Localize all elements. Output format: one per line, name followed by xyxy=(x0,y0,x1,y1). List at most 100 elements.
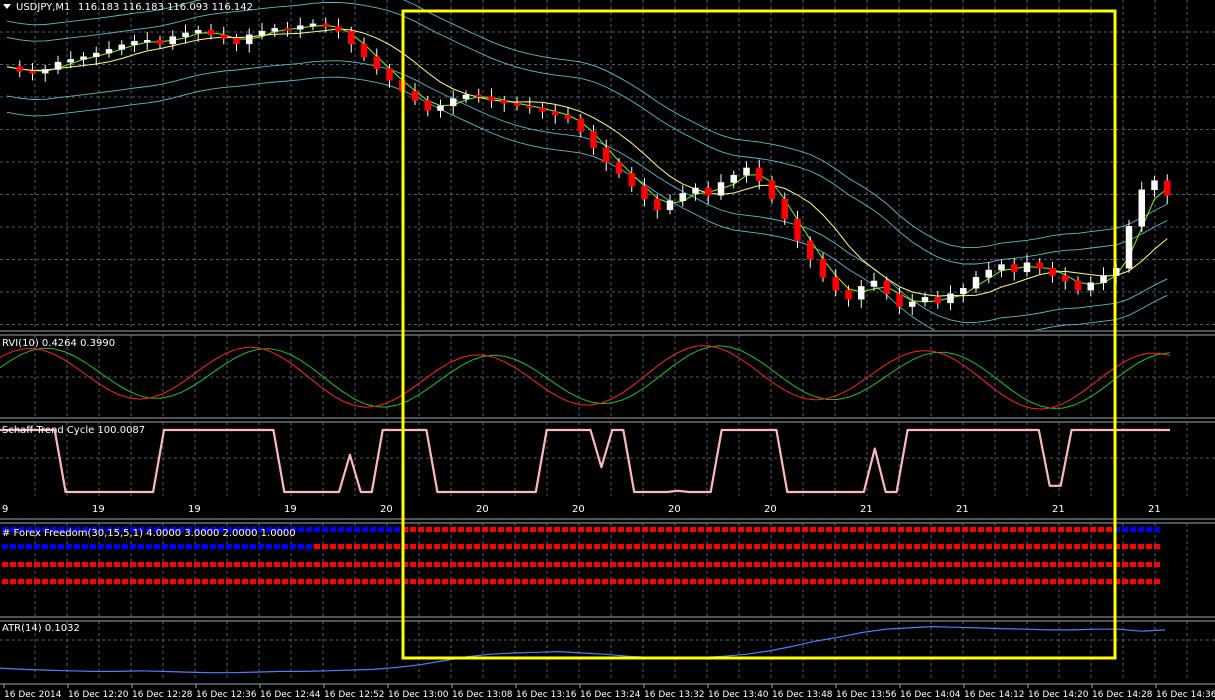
forex-freedom-cell xyxy=(1034,579,1040,584)
bear-candle xyxy=(526,105,533,109)
forex-freedom-cell xyxy=(146,544,152,549)
forex-freedom-cell xyxy=(458,527,464,532)
chart-canvas[interactable]: USDJPY,M1 116.183 116.183 116.093 116.14… xyxy=(0,0,1215,700)
forex-freedom-cell xyxy=(1026,579,1032,584)
forex-freedom-cell xyxy=(778,527,784,532)
stc-tick-label: 19 xyxy=(92,504,105,515)
forex-freedom-cell xyxy=(802,562,808,567)
forex-freedom-cell xyxy=(834,562,840,567)
bear-candle xyxy=(896,293,903,307)
forex-freedom-cell xyxy=(1130,562,1136,567)
bull-candle xyxy=(437,105,444,111)
forex-freedom-cell xyxy=(506,544,512,549)
forex-freedom-cell xyxy=(626,579,632,584)
forex-freedom-cell xyxy=(930,544,936,549)
forex-freedom-cell xyxy=(1010,544,1016,549)
forex-freedom-cell xyxy=(226,562,232,567)
forex-freedom-cell xyxy=(330,527,336,532)
bear-candle xyxy=(475,94,482,98)
forex-freedom-cell xyxy=(130,544,136,549)
forex-freedom-cell xyxy=(786,527,792,532)
forex-freedom-cell xyxy=(722,544,728,549)
forex-freedom-cell xyxy=(570,562,576,567)
forex-freedom-cell xyxy=(642,527,648,532)
forex-freedom-cell xyxy=(330,544,336,549)
forex-freedom-cell xyxy=(778,579,784,584)
forex-freedom-cell xyxy=(426,562,432,567)
time-axis-label: 16 Dec 13:48 xyxy=(772,690,833,700)
bear-candle xyxy=(552,111,559,116)
forex-freedom-cell xyxy=(946,544,952,549)
forex-freedom-cell xyxy=(274,544,280,549)
forex-freedom-cell xyxy=(1146,562,1152,567)
price-panel[interactable] xyxy=(6,0,1171,339)
forex-freedom-cell xyxy=(666,579,672,584)
stc-tick-label: 19 xyxy=(284,504,297,515)
forex-freedom-cell xyxy=(378,544,384,549)
envelope-band-line xyxy=(6,0,1168,249)
forex-freedom-cell xyxy=(522,562,528,567)
forex-freedom-cell xyxy=(298,579,304,584)
forex-freedom-cell xyxy=(114,579,120,584)
forex-freedom-cell xyxy=(18,562,24,567)
atr-panel[interactable] xyxy=(0,625,1166,674)
forex-freedom-cell xyxy=(386,544,392,549)
forex-freedom-cell xyxy=(42,562,48,567)
forex-freedom-cell xyxy=(234,544,240,549)
forex-freedom-cell xyxy=(554,579,560,584)
stc-tick-label: 20 xyxy=(380,504,393,515)
time-axis-label: 16 Dec 14:36 xyxy=(1156,690,1215,700)
stc-tick-label: 21 xyxy=(1052,504,1065,515)
collapse-triangle-icon[interactable] xyxy=(3,4,11,9)
forex-freedom-cell xyxy=(890,579,896,584)
forex-freedom-cell xyxy=(706,527,712,532)
forex-freedom-cell xyxy=(634,562,640,567)
forex-freedom-cell xyxy=(522,527,528,532)
forex-freedom-cell xyxy=(898,527,904,532)
bull-candle xyxy=(182,32,189,37)
forex-freedom-cell xyxy=(698,562,704,567)
bull-candle xyxy=(80,56,87,60)
forex-freedom-cell xyxy=(522,544,528,549)
forex-freedom-cell xyxy=(338,544,344,549)
bull-candle xyxy=(195,29,202,34)
forex-freedom-cell xyxy=(666,562,672,567)
forex-freedom-cell xyxy=(546,544,552,549)
forex-freedom-cell xyxy=(434,544,440,549)
rvi-panel[interactable] xyxy=(0,345,1171,410)
forex-freedom-cell xyxy=(1010,562,1016,567)
forex-freedom-cell xyxy=(866,562,872,567)
trading-chart-window: USDJPY,M1 116.183 116.183 116.093 116.14… xyxy=(0,0,1215,700)
time-axis-label: 16 Dec 13:56 xyxy=(836,690,897,700)
bull-candle xyxy=(1151,180,1158,191)
bull-candle xyxy=(1100,275,1107,284)
bull-candle xyxy=(118,44,125,50)
bear-candle xyxy=(615,162,623,174)
forex-freedom-cell xyxy=(450,544,456,549)
forex-freedom-cell xyxy=(858,544,864,549)
forex-freedom-cell xyxy=(34,579,40,584)
forex-freedom-cell xyxy=(186,544,192,549)
forex-freedom-cell xyxy=(730,544,736,549)
forex-freedom-cell xyxy=(1026,544,1032,549)
forex-freedom-cell xyxy=(490,562,496,567)
stc-panel[interactable] xyxy=(0,428,1170,494)
forex-freedom-cell xyxy=(834,527,840,532)
forex-freedom-cell xyxy=(18,544,24,549)
bear-candle xyxy=(424,100,431,111)
forex-freedom-cell xyxy=(946,562,952,567)
bear-candle xyxy=(373,56,380,69)
forex-freedom-cell xyxy=(818,579,824,584)
bull-candle xyxy=(450,98,457,107)
forex-freedom-cell xyxy=(642,544,648,549)
forex-freedom-cell xyxy=(1154,579,1160,584)
forex-freedom-cell xyxy=(178,579,184,584)
forex-freedom-cell xyxy=(586,579,592,584)
forex-freedom-cell xyxy=(746,527,752,532)
forex-freedom-cell xyxy=(562,579,568,584)
stc-line xyxy=(0,428,1170,494)
forex-freedom-cell xyxy=(842,562,848,567)
forex-freedom-cell xyxy=(218,562,224,567)
forex-freedom-cell xyxy=(714,544,720,549)
forex-freedom-cell xyxy=(474,527,480,532)
